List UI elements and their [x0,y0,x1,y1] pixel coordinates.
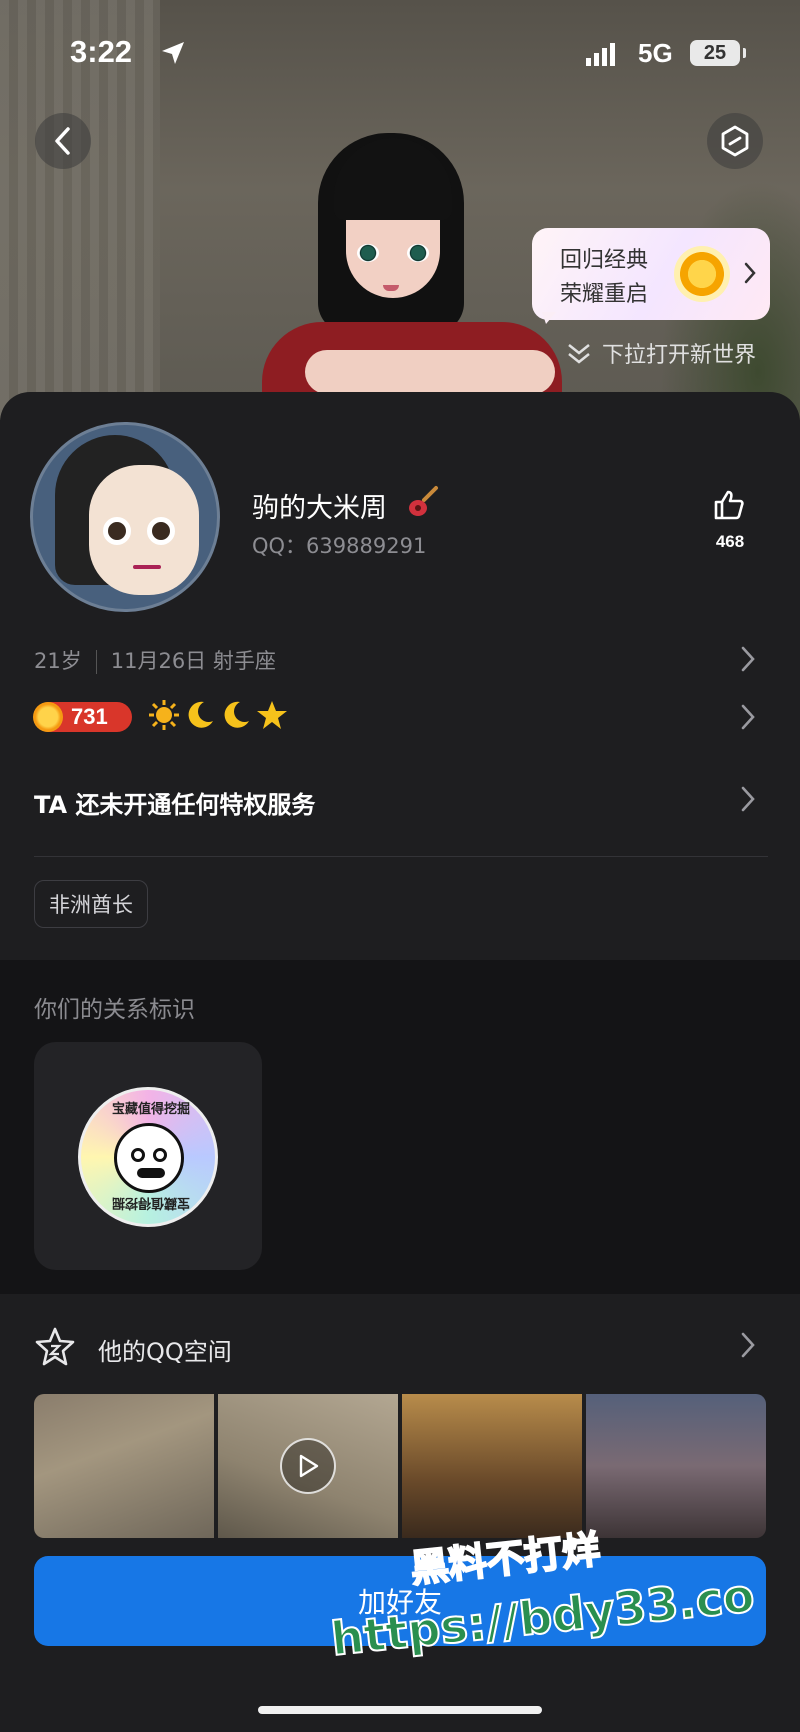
play-icon [280,1438,336,1494]
chevron-right-icon[interactable] [738,644,758,674]
location-arrow-icon [162,42,184,64]
avatar-left-eye [103,517,131,545]
status-bar: 3:22 5G 25 [0,0,800,100]
qzone-title[interactable]: 他的QQ空间 [98,1332,232,1367]
qzone-photo[interactable] [34,1394,214,1538]
zodiac: 射手座 [212,649,276,673]
qzone-photos [34,1394,766,1538]
signal-icon [586,43,615,66]
badge-face [114,1123,184,1193]
sun-icon [149,700,179,730]
network-type: 5G [638,38,673,68]
chevron-right-icon[interactable] [738,784,758,814]
separator [95,650,97,674]
double-chevron-down-icon [568,344,590,364]
level-icons [148,699,288,731]
guitar-emoji-icon [409,486,438,516]
qzone-photo[interactable] [586,1394,766,1538]
age: 21岁 [34,649,82,673]
chevron-right-icon [744,262,756,284]
promo-line-1: 回归经典 [560,248,649,273]
badge-text: 宝藏值得挖掘 [112,1195,191,1210]
pull-down-hint[interactable]: 下拉打开新世界 [602,337,756,369]
home-indicator[interactable] [258,1706,542,1714]
more-options-button[interactable] [707,113,763,169]
avatar-right-eye [147,517,175,545]
relation-title: 你们的关系标识 [34,997,195,1023]
avatar-3d-right-eye [407,244,429,262]
hexagon-minus-icon [721,125,749,157]
star-icon [35,1327,75,1366]
badge-eye [153,1148,167,1162]
level-number: 731 [71,704,108,729]
qq-level-badge[interactable]: 731 [33,702,132,732]
chevron-right-icon[interactable] [738,702,758,732]
privilege-status[interactable]: TA 还未开通任何特权服务 [34,785,315,820]
status-time: 3:22 [70,34,133,69]
avatar[interactable] [30,422,220,612]
promo-bubble[interactable]: 回归经典 荣耀重启 [532,228,770,324]
badge-mouth [137,1168,165,1178]
back-chevron-icon [55,127,70,155]
qzone-photo[interactable] [402,1394,582,1538]
birthday: 11月26日 [110,649,207,673]
divider [34,856,768,857]
like-count: 468 [715,532,745,551]
qq-number: QQ：639889291 [252,534,427,558]
sun-icon [33,702,63,732]
star-icon [257,701,287,729]
moon-icon [188,701,213,728]
battery-indicator: 25 [690,40,746,66]
nickname: 驹的大米周 [252,493,387,524]
relation-badge-icon: 宝藏值得挖掘 宝藏值得挖掘 [78,1087,218,1227]
badge-eye [131,1148,145,1162]
promo-line-2: 荣耀重启 [560,282,649,307]
avatar-3d-arms [305,350,555,394]
badge-text: 宝藏值得挖掘 [111,1102,190,1117]
promo-emblem-icon [674,246,730,302]
avatar-mouth [133,565,161,569]
profile-tag[interactable]: 非洲酋长 [34,880,148,928]
back-button[interactable] [35,113,91,169]
chevron-right-icon[interactable] [738,1330,758,1360]
moon-icon [224,701,249,728]
basic-info-row[interactable]: 21岁 11月26日 射手座 [34,645,276,675]
avatar-3d-left-eye [357,244,379,262]
thumbs-up-icon[interactable] [712,488,746,522]
qzone-video[interactable] [218,1394,398,1538]
